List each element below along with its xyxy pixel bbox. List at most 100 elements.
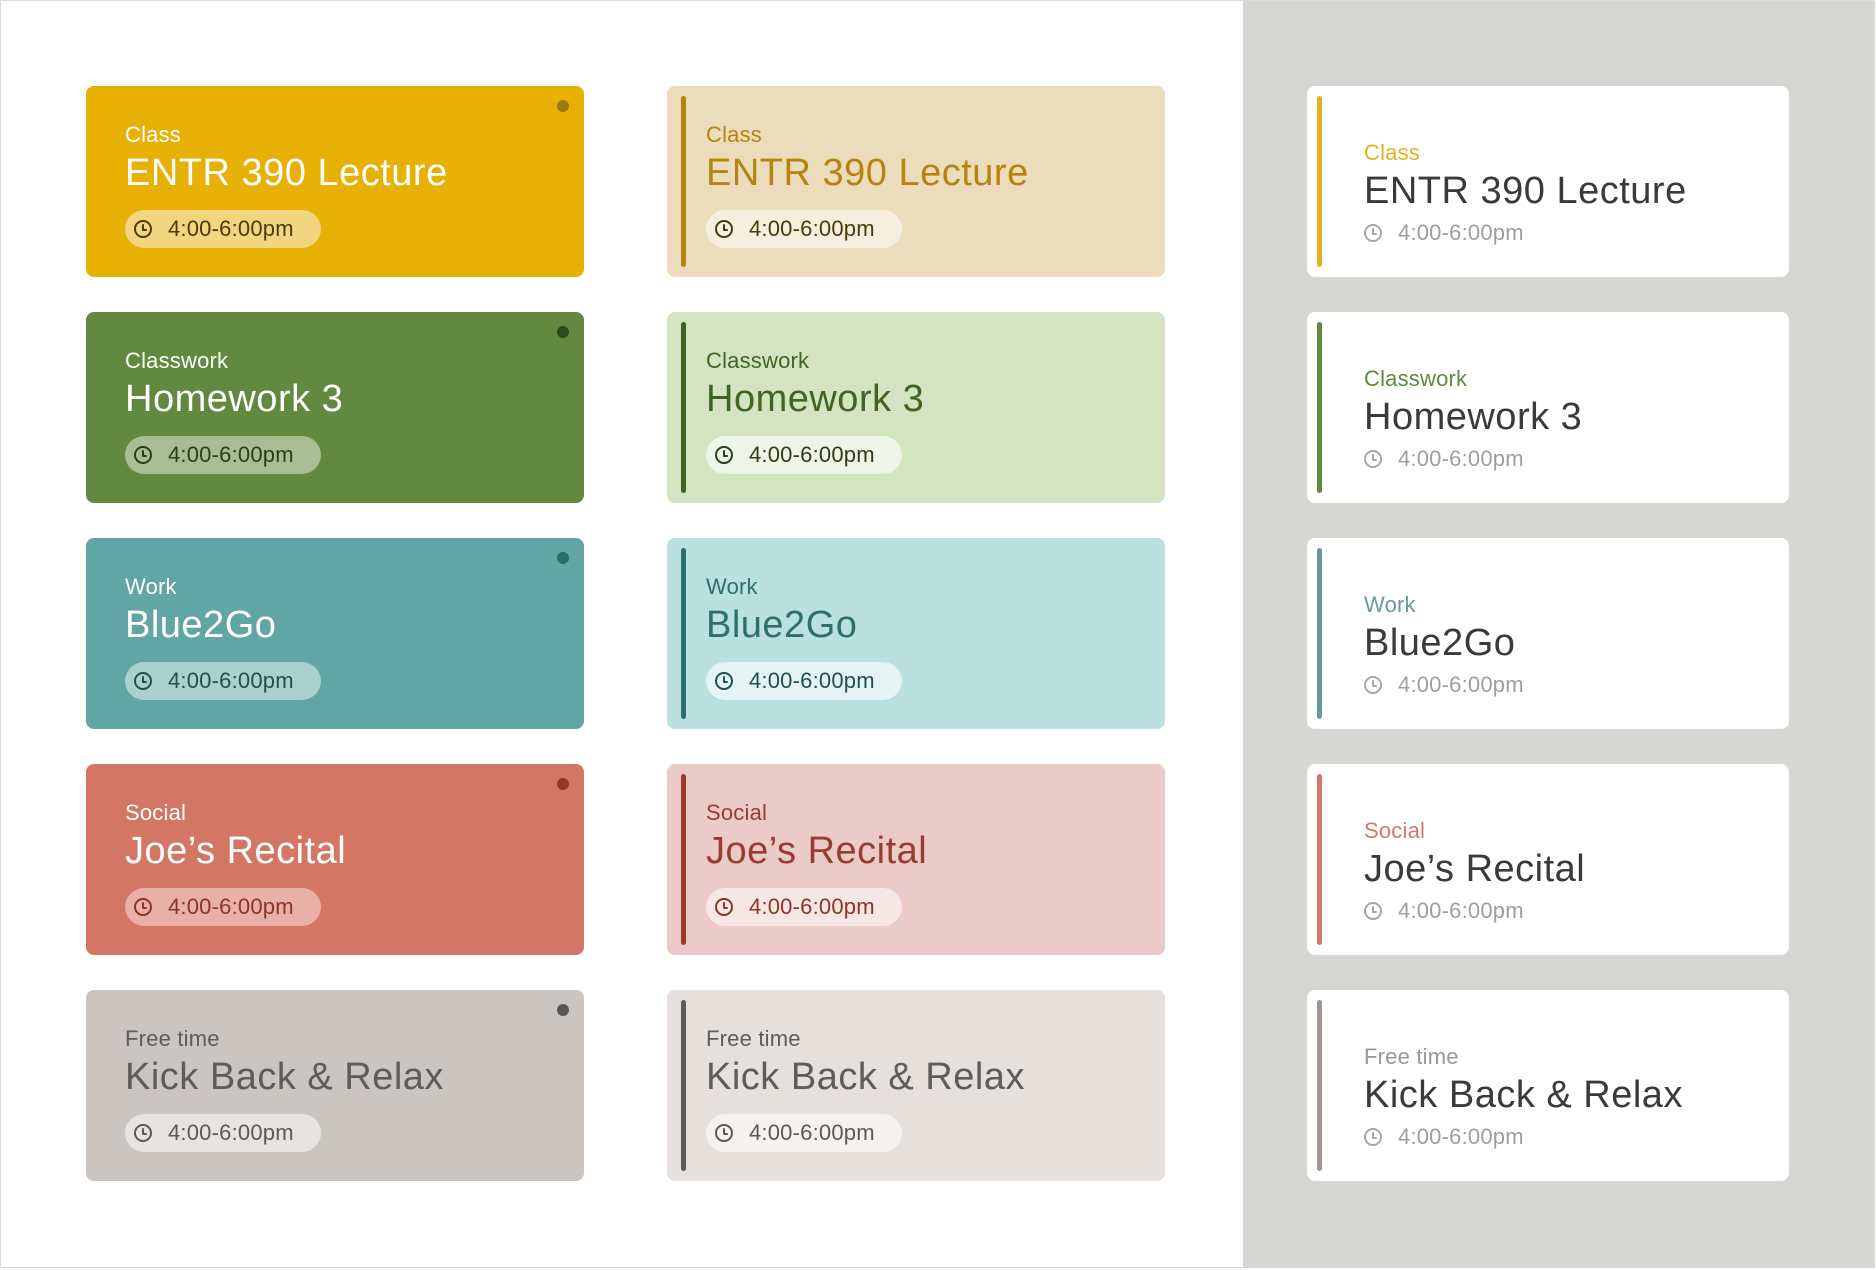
event-time-row: 4:00-6:00pm xyxy=(1364,448,1524,470)
clock-icon xyxy=(715,672,733,690)
event-time-row: 4:00-6:00pm xyxy=(1364,222,1524,244)
event-category: Work xyxy=(706,574,758,599)
event-title: ENTR 390 Lecture xyxy=(1364,170,1687,212)
event-time: 4:00-6:00pm xyxy=(1398,446,1524,471)
clock-icon xyxy=(715,898,733,916)
time-pill: 4:00-6:00pm xyxy=(706,888,902,926)
event-category: Free time xyxy=(706,1026,801,1051)
event-card-free-time-outlined[interactable]: Free time Kick Back & Relax 4:00-6:00pm xyxy=(1307,990,1789,1181)
status-dot xyxy=(557,1004,569,1016)
clock-icon xyxy=(715,220,733,238)
event-category: Free time xyxy=(1364,1044,1459,1069)
event-category: Class xyxy=(706,122,763,147)
event-time-row: 4:00-6:00pm xyxy=(1364,900,1524,922)
time-pill: 4:00-6:00pm xyxy=(125,210,321,248)
accent-bar xyxy=(681,96,686,267)
event-time: 4:00-6:00pm xyxy=(168,668,294,693)
accent-bar xyxy=(681,1000,686,1171)
accent-bar xyxy=(681,322,686,493)
time-pill: 4:00-6:00pm xyxy=(125,888,321,926)
accent-bar xyxy=(1317,1000,1322,1171)
event-time: 4:00-6:00pm xyxy=(1398,1124,1524,1149)
event-time-row: 4:00-6:00pm xyxy=(1364,674,1524,696)
event-title: Homework 3 xyxy=(125,378,344,420)
event-time: 4:00-6:00pm xyxy=(1398,220,1524,245)
clock-icon xyxy=(1364,224,1382,242)
event-card-work-outlined[interactable]: Work Blue2Go 4:00-6:00pm xyxy=(1307,538,1789,729)
event-category: Work xyxy=(125,574,177,599)
time-pill: 4:00-6:00pm xyxy=(125,436,321,474)
clock-icon xyxy=(134,220,152,238)
accent-bar xyxy=(1317,774,1322,945)
event-title: Homework 3 xyxy=(706,378,925,420)
event-card-work-tinted[interactable]: Work Blue2Go 4:00-6:00pm xyxy=(667,538,1165,729)
event-card-class-solid[interactable]: Class ENTR 390 Lecture 4:00-6:00pm xyxy=(86,86,584,277)
clock-icon xyxy=(715,446,733,464)
accent-bar xyxy=(1317,322,1322,493)
accent-bar xyxy=(1317,96,1322,267)
event-time: 4:00-6:00pm xyxy=(749,216,875,241)
event-card-social-tinted[interactable]: Social Joe’s Recital 4:00-6:00pm xyxy=(667,764,1165,955)
status-dot xyxy=(557,778,569,790)
time-pill: 4:00-6:00pm xyxy=(125,662,321,700)
event-title: Joe’s Recital xyxy=(1364,848,1586,890)
event-time: 4:00-6:00pm xyxy=(1398,898,1524,923)
event-title: Blue2Go xyxy=(1364,622,1516,664)
event-title: Homework 3 xyxy=(1364,396,1583,438)
event-time: 4:00-6:00pm xyxy=(168,216,294,241)
event-card-classwork-tinted[interactable]: Classwork Homework 3 4:00-6:00pm xyxy=(667,312,1165,503)
event-card-classwork-solid[interactable]: Classwork Homework 3 4:00-6:00pm xyxy=(86,312,584,503)
event-category: Classwork xyxy=(125,348,229,373)
event-time: 4:00-6:00pm xyxy=(168,442,294,467)
event-title: Joe’s Recital xyxy=(125,830,347,872)
clock-icon xyxy=(715,1124,733,1142)
status-dot xyxy=(557,552,569,564)
time-pill: 4:00-6:00pm xyxy=(706,210,902,248)
clock-icon xyxy=(1364,902,1382,920)
time-pill: 4:00-6:00pm xyxy=(706,1114,902,1152)
clock-icon xyxy=(134,672,152,690)
event-category: Social xyxy=(706,800,768,825)
event-title: Blue2Go xyxy=(125,604,277,646)
time-pill: 4:00-6:00pm xyxy=(125,1114,321,1152)
accent-bar xyxy=(681,548,686,719)
event-category: Classwork xyxy=(706,348,810,373)
event-time: 4:00-6:00pm xyxy=(749,668,875,693)
event-card-social-solid[interactable]: Social Joe’s Recital 4:00-6:00pm xyxy=(86,764,584,955)
event-card-free-time-tinted[interactable]: Free time Kick Back & Relax 4:00-6:00pm xyxy=(667,990,1165,1181)
event-time-row: 4:00-6:00pm xyxy=(1364,1126,1524,1148)
event-category: Class xyxy=(1364,140,1421,165)
event-card-free-time-solid[interactable]: Free time Kick Back & Relax 4:00-6:00pm xyxy=(86,990,584,1181)
time-pill: 4:00-6:00pm xyxy=(706,662,902,700)
clock-icon xyxy=(1364,676,1382,694)
event-card-work-solid[interactable]: Work Blue2Go 4:00-6:00pm xyxy=(86,538,584,729)
event-title: ENTR 390 Lecture xyxy=(125,152,448,194)
event-card-classwork-outlined[interactable]: Classwork Homework 3 4:00-6:00pm xyxy=(1307,312,1789,503)
event-time: 4:00-6:00pm xyxy=(168,1120,294,1145)
status-dot xyxy=(557,100,569,112)
event-category: Classwork xyxy=(1364,366,1468,391)
event-time: 4:00-6:00pm xyxy=(749,442,875,467)
event-time: 4:00-6:00pm xyxy=(168,894,294,919)
event-card-social-outlined[interactable]: Social Joe’s Recital 4:00-6:00pm xyxy=(1307,764,1789,955)
event-time: 4:00-6:00pm xyxy=(749,1120,875,1145)
accent-bar xyxy=(681,774,686,945)
event-title: Blue2Go xyxy=(706,604,858,646)
clock-icon xyxy=(1364,450,1382,468)
status-dot xyxy=(557,326,569,338)
event-title: Kick Back & Relax xyxy=(1364,1074,1683,1116)
accent-bar xyxy=(1317,548,1322,719)
clock-icon xyxy=(134,1124,152,1142)
event-card-class-outlined[interactable]: Class ENTR 390 Lecture 4:00-6:00pm xyxy=(1307,86,1789,277)
clock-icon xyxy=(134,898,152,916)
event-category: Social xyxy=(125,800,187,825)
event-card-class-tinted[interactable]: Class ENTR 390 Lecture 4:00-6:00pm xyxy=(667,86,1165,277)
event-category: Free time xyxy=(125,1026,220,1051)
event-title: Kick Back & Relax xyxy=(125,1056,444,1098)
event-title: ENTR 390 Lecture xyxy=(706,152,1029,194)
event-category: Work xyxy=(1364,592,1416,617)
event-category: Social xyxy=(1364,818,1426,843)
event-category: Class xyxy=(125,122,182,147)
event-time: 4:00-6:00pm xyxy=(749,894,875,919)
clock-icon xyxy=(134,446,152,464)
